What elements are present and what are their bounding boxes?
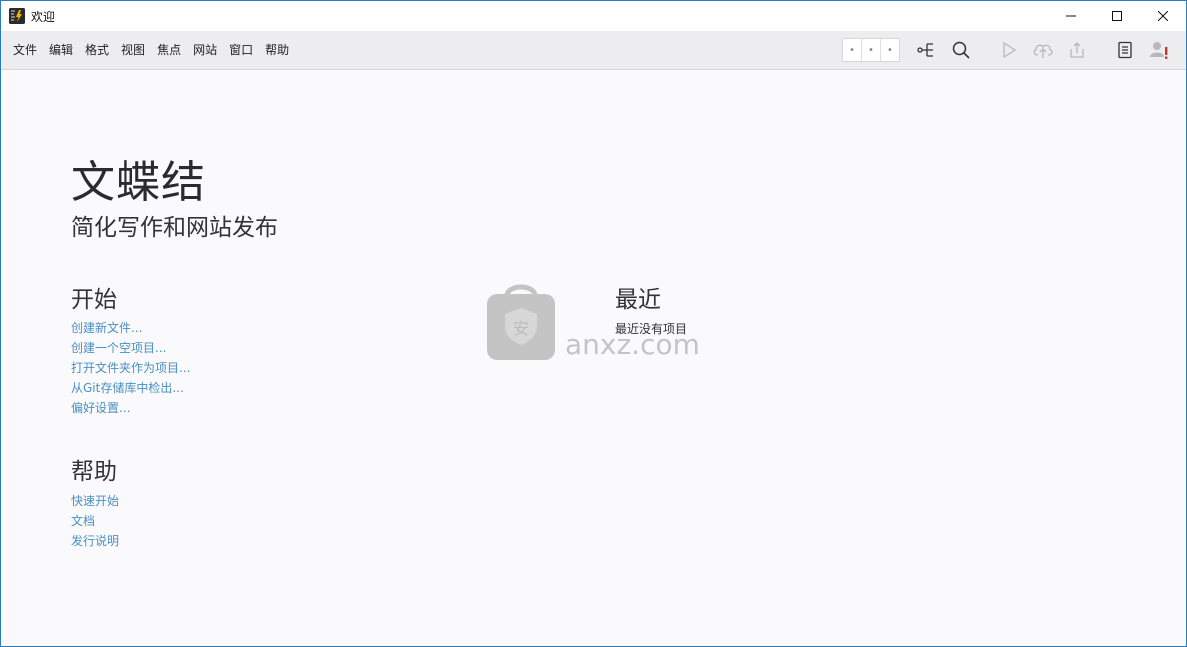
- watermark-glyph: 安: [513, 319, 529, 338]
- search-button[interactable]: [944, 31, 978, 69]
- app-name: 文蝶结: [71, 157, 206, 208]
- menu-window[interactable]: 窗口: [223, 31, 259, 69]
- recent-empty-text: 最近没有项目: [615, 322, 688, 336]
- account-button[interactable]: [1142, 31, 1176, 69]
- create-project-link[interactable]: 创建一个空项目...: [71, 338, 190, 358]
- menu-edit[interactable]: 编辑: [43, 31, 79, 69]
- quick-start-link[interactable]: 快速开始: [71, 491, 119, 511]
- minimize-icon: [1066, 15, 1076, 17]
- toolbar-tools: • • •: [842, 31, 1186, 69]
- menu-help[interactable]: 帮助: [259, 31, 295, 69]
- share-icon: [1070, 42, 1084, 58]
- preferences-link[interactable]: 偏好设置...: [71, 398, 190, 418]
- menu-format[interactable]: 格式: [79, 31, 115, 69]
- release-notes-link[interactable]: 发行说明: [71, 531, 119, 551]
- sitemap-icon: [917, 43, 933, 57]
- dot-button-3[interactable]: •: [881, 39, 899, 61]
- maximize-icon: [1112, 11, 1122, 21]
- menu-site[interactable]: 网站: [187, 31, 223, 69]
- menu-view[interactable]: 视图: [115, 31, 151, 69]
- app-window: 欢迎 文件 编辑 格式 视图 焦点 网站 窗口 帮助 • • • 文蝶结 简化写…: [0, 0, 1187, 647]
- user-warning-icon: [1150, 42, 1168, 59]
- play-icon: [1003, 41, 1017, 59]
- dot-buttons-group: • • •: [842, 38, 900, 62]
- start-heading: 开始: [71, 287, 117, 313]
- help-heading: 帮助: [71, 459, 117, 485]
- preview-button[interactable]: [992, 31, 1026, 69]
- docs-link[interactable]: 文档: [71, 511, 119, 531]
- app-logo-icon: [9, 8, 25, 24]
- create-file-link[interactable]: 创建新文件...: [71, 318, 190, 338]
- maximize-button[interactable]: [1094, 1, 1140, 31]
- menu-focus[interactable]: 焦点: [151, 31, 187, 69]
- dot-button-1[interactable]: •: [843, 39, 862, 61]
- menu-bar: 文件 编辑 格式 视图 焦点 网站 窗口 帮助: [7, 31, 295, 69]
- toolbar: 文件 编辑 格式 视图 焦点 网站 窗口 帮助 • • •: [1, 31, 1186, 70]
- welcome-content: 文蝶结 简化写作和网站发布 开始 创建新文件... 创建一个空项目... 打开文…: [1, 70, 1186, 646]
- close-button[interactable]: [1140, 1, 1186, 31]
- git-checkout-link[interactable]: 从Git存储库中检出...: [71, 378, 190, 398]
- help-links: 快速开始 文档 发行说明: [71, 491, 119, 551]
- sitemap-button[interactable]: [910, 31, 944, 69]
- window-title: 欢迎: [31, 9, 56, 24]
- document-icon: [1118, 41, 1132, 59]
- close-icon: [1158, 11, 1168, 21]
- shield-bag-icon: 安: [487, 284, 555, 360]
- recent-heading: 最近: [615, 287, 661, 313]
- search-icon: [952, 41, 970, 59]
- title-bar: 欢迎: [1, 1, 1186, 31]
- upload-cloud-icon: [1033, 44, 1053, 58]
- dot-button-2[interactable]: •: [862, 39, 881, 61]
- start-links: 创建新文件... 创建一个空项目... 打开文件夹作为项目... 从Git存储库…: [71, 318, 190, 418]
- document-button[interactable]: [1108, 31, 1142, 69]
- minimize-button[interactable]: [1048, 1, 1094, 31]
- publish-button[interactable]: [1026, 31, 1060, 69]
- menu-file[interactable]: 文件: [7, 31, 43, 69]
- open-folder-link[interactable]: 打开文件夹作为项目...: [71, 358, 190, 378]
- share-button[interactable]: [1060, 31, 1094, 69]
- app-tagline: 简化写作和网站发布: [71, 215, 278, 241]
